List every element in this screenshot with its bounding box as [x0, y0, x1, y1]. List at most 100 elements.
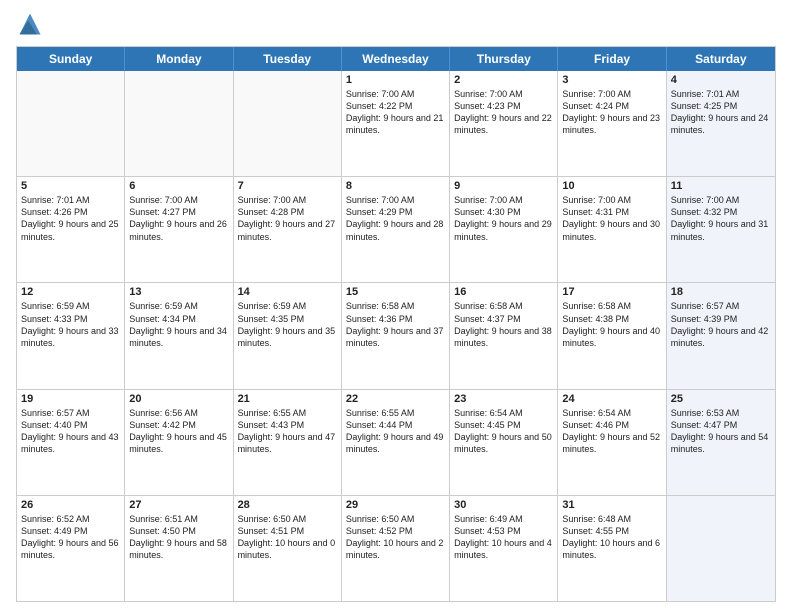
calendar-day-empty	[667, 496, 775, 601]
calendar-body: 1 Sunrise: 7:00 AMSunset: 4:22 PMDaylight…	[17, 71, 775, 601]
calendar-day-31: 31 Sunrise: 6:48 AMSunset: 4:55 PMDayligh…	[558, 496, 666, 601]
day-info: Sunrise: 6:59 AMSunset: 4:33 PMDaylight:…	[21, 300, 120, 349]
day-number: 11	[671, 180, 771, 192]
day-info: Sunrise: 7:00 AMSunset: 4:32 PMDaylight:…	[671, 194, 771, 243]
day-number: 6	[129, 180, 228, 192]
day-info: Sunrise: 7:00 AMSunset: 4:31 PMDaylight:…	[562, 194, 661, 243]
day-number: 29	[346, 499, 445, 511]
calendar-day-16: 16 Sunrise: 6:58 AMSunset: 4:37 PMDayligh…	[450, 283, 558, 388]
day-number: 17	[562, 286, 661, 298]
day-number: 8	[346, 180, 445, 192]
calendar-day-2: 2Sunrise: 7:00 AMSunset: 4:23 PMDaylight…	[450, 71, 558, 176]
calendar-day-3: 3 Sunrise: 7:00 AMSunset: 4:24 PMDaylight…	[558, 71, 666, 176]
calendar-day-19: 19 Sunrise: 6:57 AMSunset: 4:40 PMDayligh…	[17, 390, 125, 495]
day-number: 16	[454, 286, 553, 298]
day-number: 13	[129, 286, 228, 298]
day-number: 9	[454, 180, 553, 192]
day-info: Sunrise: 6:55 AMSunset: 4:44 PMDaylight:…	[346, 407, 445, 456]
header-day-tuesday: Tuesday	[234, 47, 342, 71]
day-info: Sunrise: 6:55 AMSunset: 4:43 PMDaylight:…	[238, 407, 337, 456]
day-number: 28	[238, 499, 337, 511]
day-number: 23	[454, 393, 553, 405]
calendar-day-5: 5 Sunrise: 7:01 AMSunset: 4:26 PMDaylight…	[17, 177, 125, 282]
day-number: 4	[671, 74, 771, 86]
day-info: Sunrise: 7:00 AMSunset: 4:24 PMDaylight:…	[562, 88, 661, 137]
calendar-day-25: 25 Sunrise: 6:53 AMSunset: 4:47 PMDayligh…	[667, 390, 775, 495]
day-info: Sunrise: 7:01 AMSunset: 4:26 PMDaylight:…	[21, 194, 120, 243]
day-info: Sunrise: 6:50 AMSunset: 4:52 PMDaylight:…	[346, 513, 445, 562]
calendar-week-3: 12 Sunrise: 6:59 AMSunset: 4:33 PMDayligh…	[17, 282, 775, 388]
calendar-day-13: 13 Sunrise: 6:59 AMSunset: 4:34 PMDayligh…	[125, 283, 233, 388]
day-number: 25	[671, 393, 771, 405]
calendar-day-empty	[234, 71, 342, 176]
calendar-day-23: 23 Sunrise: 6:54 AMSunset: 4:45 PMDayligh…	[450, 390, 558, 495]
day-info: Sunrise: 6:59 AMSunset: 4:34 PMDaylight:…	[129, 300, 228, 349]
day-info: Sunrise: 6:53 AMSunset: 4:47 PMDaylight:…	[671, 407, 771, 456]
calendar: SundayMondayTuesdayWednesdayThursdayFrid…	[16, 46, 776, 602]
day-info: Sunrise: 6:58 AMSunset: 4:37 PMDaylight:…	[454, 300, 553, 349]
day-number: 3	[562, 74, 661, 86]
day-info: Sunrise: 6:49 AMSunset: 4:53 PMDaylight:…	[454, 513, 553, 562]
calendar-day-10: 10Sunrise: 7:00 AMSunset: 4:31 PMDayligh…	[558, 177, 666, 282]
day-number: 18	[671, 286, 771, 298]
day-number: 5	[21, 180, 120, 192]
calendar-day-29: 29 Sunrise: 6:50 AMSunset: 4:52 PMDayligh…	[342, 496, 450, 601]
day-info: Sunrise: 6:58 AMSunset: 4:36 PMDaylight:…	[346, 300, 445, 349]
day-info: Sunrise: 7:00 AMSunset: 4:30 PMDaylight:…	[454, 194, 553, 243]
day-info: Sunrise: 6:54 AMSunset: 4:46 PMDaylight:…	[562, 407, 661, 456]
day-number: 19	[21, 393, 120, 405]
calendar-week-1: 1 Sunrise: 7:00 AMSunset: 4:22 PMDaylight…	[17, 71, 775, 176]
day-info: Sunrise: 7:00 AMSunset: 4:27 PMDaylight:…	[129, 194, 228, 243]
page: SundayMondayTuesdayWednesdayThursdayFrid…	[0, 0, 792, 612]
day-info: Sunrise: 7:00 AMSunset: 4:29 PMDaylight:…	[346, 194, 445, 243]
day-info: Sunrise: 7:00 AMSunset: 4:22 PMDaylight:…	[346, 88, 445, 137]
calendar-header: SundayMondayTuesdayWednesdayThursdayFrid…	[17, 47, 775, 71]
day-number: 26	[21, 499, 120, 511]
day-number: 22	[346, 393, 445, 405]
day-number: 20	[129, 393, 228, 405]
calendar-day-empty	[17, 71, 125, 176]
day-number: 27	[129, 499, 228, 511]
day-info: Sunrise: 6:50 AMSunset: 4:51 PMDaylight:…	[238, 513, 337, 562]
calendar-day-4: 4 Sunrise: 7:01 AMSunset: 4:25 PMDaylight…	[667, 71, 775, 176]
header-day-saturday: Saturday	[667, 47, 775, 71]
calendar-day-7: 7Sunrise: 7:00 AMSunset: 4:28 PMDaylight…	[234, 177, 342, 282]
calendar-day-12: 12 Sunrise: 6:59 AMSunset: 4:33 PMDayligh…	[17, 283, 125, 388]
logo-icon	[16, 10, 44, 38]
calendar-day-26: 26Sunrise: 6:52 AMSunset: 4:49 PMDayligh…	[17, 496, 125, 601]
day-info: Sunrise: 6:57 AMSunset: 4:40 PMDaylight:…	[21, 407, 120, 456]
day-info: Sunrise: 6:54 AMSunset: 4:45 PMDaylight:…	[454, 407, 553, 456]
day-number: 7	[238, 180, 337, 192]
calendar-day-6: 6 Sunrise: 7:00 AMSunset: 4:27 PMDaylight…	[125, 177, 233, 282]
day-info: Sunrise: 6:51 AMSunset: 4:50 PMDaylight:…	[129, 513, 228, 562]
day-number: 30	[454, 499, 553, 511]
calendar-day-18: 18 Sunrise: 6:57 AMSunset: 4:39 PMDayligh…	[667, 283, 775, 388]
header	[16, 10, 776, 38]
day-number: 15	[346, 286, 445, 298]
header-day-wednesday: Wednesday	[342, 47, 450, 71]
day-info: Sunrise: 6:48 AMSunset: 4:55 PMDaylight:…	[562, 513, 661, 562]
calendar-day-22: 22 Sunrise: 6:55 AMSunset: 4:44 PMDayligh…	[342, 390, 450, 495]
calendar-week-4: 19 Sunrise: 6:57 AMSunset: 4:40 PMDayligh…	[17, 389, 775, 495]
day-number: 12	[21, 286, 120, 298]
day-number: 21	[238, 393, 337, 405]
calendar-day-15: 15 Sunrise: 6:58 AMSunset: 4:36 PMDayligh…	[342, 283, 450, 388]
day-info: Sunrise: 7:01 AMSunset: 4:25 PMDaylight:…	[671, 88, 771, 137]
calendar-day-24: 24Sunrise: 6:54 AMSunset: 4:46 PMDayligh…	[558, 390, 666, 495]
day-info: Sunrise: 6:57 AMSunset: 4:39 PMDaylight:…	[671, 300, 771, 349]
day-number: 14	[238, 286, 337, 298]
calendar-day-9: 9 Sunrise: 7:00 AMSunset: 4:30 PMDaylight…	[450, 177, 558, 282]
day-number: 2	[454, 74, 553, 86]
calendar-day-11: 11 Sunrise: 7:00 AMSunset: 4:32 PMDayligh…	[667, 177, 775, 282]
calendar-day-20: 20Sunrise: 6:56 AMSunset: 4:42 PMDayligh…	[125, 390, 233, 495]
day-number: 31	[562, 499, 661, 511]
header-day-friday: Friday	[558, 47, 666, 71]
day-number: 1	[346, 74, 445, 86]
header-day-thursday: Thursday	[450, 47, 558, 71]
calendar-day-empty	[125, 71, 233, 176]
calendar-day-8: 8 Sunrise: 7:00 AMSunset: 4:29 PMDaylight…	[342, 177, 450, 282]
header-day-monday: Monday	[125, 47, 233, 71]
calendar-day-28: 28 Sunrise: 6:50 AMSunset: 4:51 PMDayligh…	[234, 496, 342, 601]
calendar-day-30: 30 Sunrise: 6:49 AMSunset: 4:53 PMDayligh…	[450, 496, 558, 601]
day-info: Sunrise: 6:59 AMSunset: 4:35 PMDaylight:…	[238, 300, 337, 349]
